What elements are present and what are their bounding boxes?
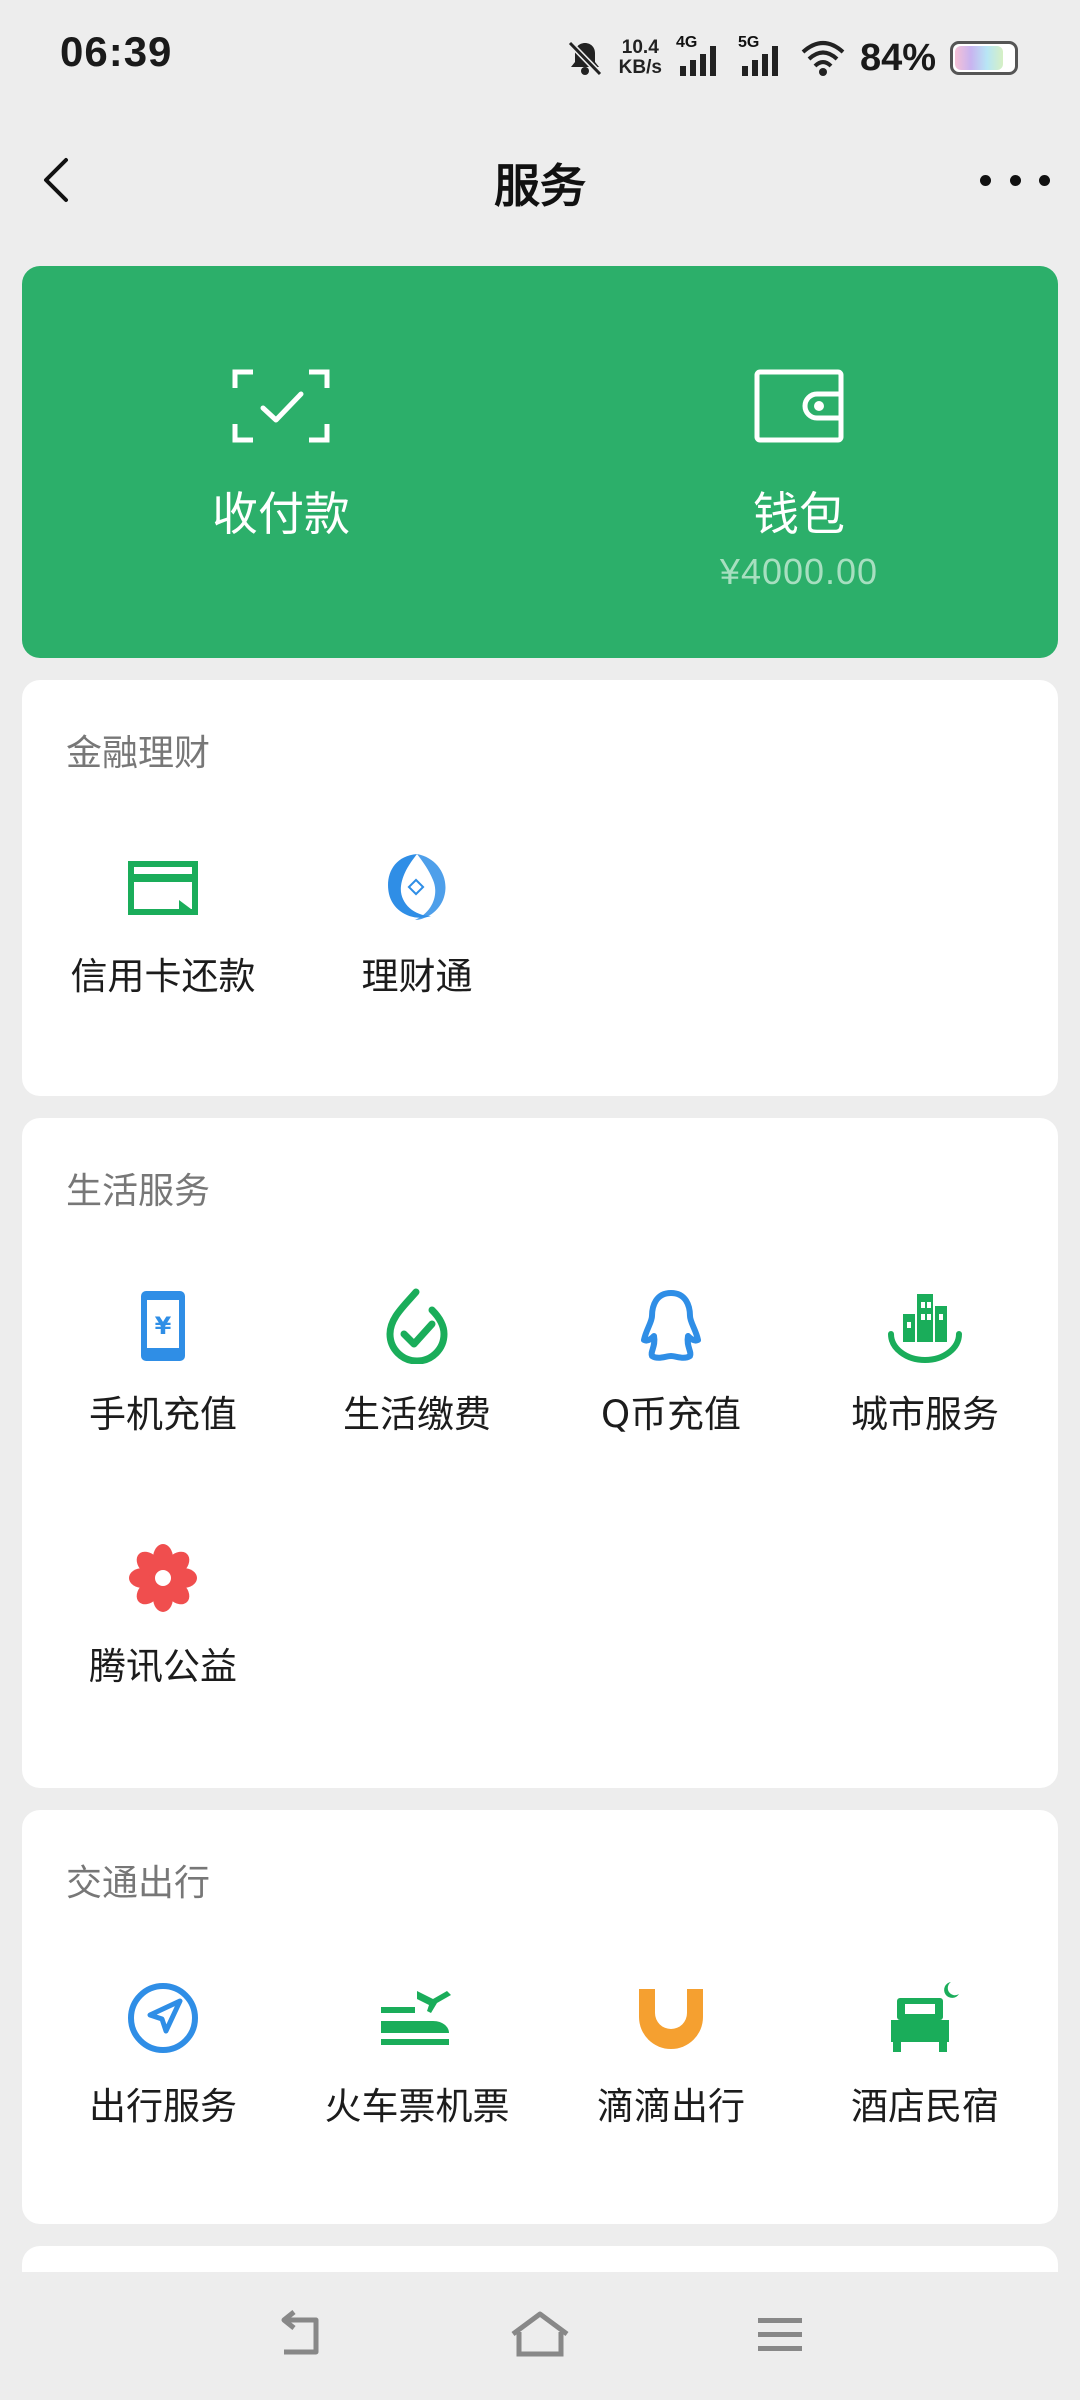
menu-lines-icon	[758, 2318, 802, 2351]
wallet-button[interactable]: 钱包 ¥4000.00	[540, 266, 1058, 658]
signal-4g-icon: 4G	[676, 34, 724, 78]
service-label: 手机充值	[89, 1393, 237, 1436]
status-icons: 10.4 KB/s 4G 5G 84%	[565, 30, 1018, 86]
credit-card-icon	[123, 848, 203, 928]
service-label: 信用卡还款	[70, 955, 256, 998]
service-hotel[interactable]: 酒店民宿	[798, 1978, 1052, 2158]
wallet-balance: ¥4000.00	[719, 551, 879, 592]
system-nav-bar	[0, 2272, 1080, 2400]
battery-icon	[950, 41, 1018, 75]
service-label: Q币充值	[600, 1393, 742, 1436]
battery-percent: 84%	[859, 36, 936, 79]
service-label: 理财通	[361, 955, 473, 998]
service-label: 腾讯公益	[89, 1645, 237, 1688]
service-label: 酒店民宿	[851, 2085, 999, 2128]
wifi-icon	[801, 41, 845, 76]
service-label: 生活缴费	[343, 1393, 491, 1436]
system-menu-button[interactable]	[740, 2300, 820, 2370]
pay-receive-button[interactable]: 收付款	[22, 266, 540, 658]
section-title: 交通出行	[66, 1863, 211, 1904]
service-label: 火车票机票	[324, 2085, 510, 2128]
service-didi[interactable]: 滴滴出行	[544, 1978, 798, 2158]
network-speed: 10.4 KB/s	[618, 37, 662, 78]
service-city[interactable]: 城市服务	[798, 1286, 1052, 1466]
section-title: 生活服务	[66, 1171, 211, 1212]
life-services-section: 生活服务 ¥ 手机充值 生活缴费 Q币充值 城市服务 腾讯公益	[22, 1118, 1058, 1788]
status-time: 06:39	[60, 28, 173, 75]
more-dot	[1039, 174, 1050, 186]
signal-5g-icon: 5G	[738, 34, 786, 78]
pay-receive-label: 收付款	[212, 487, 350, 541]
scan-check-icon	[232, 369, 330, 443]
wealth-icon	[377, 848, 457, 928]
service-phone-topup[interactable]: ¥ 手机充值	[36, 1286, 290, 1466]
service-label: 出行服务	[89, 2085, 237, 2128]
navigation-icon	[123, 1978, 203, 2058]
wallet-icon	[754, 369, 844, 443]
section-title: 金融理财	[66, 733, 211, 774]
service-train-flight[interactable]: 火车票机票	[290, 1978, 544, 2158]
service-q-coin[interactable]: Q币充值	[544, 1286, 798, 1466]
wallet-label: 钱包	[753, 487, 845, 541]
page-title: 服务	[494, 159, 586, 213]
finance-section: 金融理财 信用卡还款 理财通	[22, 680, 1058, 1096]
service-travel[interactable]: 出行服务	[36, 1978, 290, 2158]
more-dot	[1009, 174, 1021, 186]
status-bar: 06:39 10.4 KB/s 4G 5G 84%	[0, 0, 1080, 115]
service-tencent-charity[interactable]: 腾讯公益	[36, 1538, 290, 1718]
service-credit-card-repay[interactable]: 信用卡还款	[36, 848, 290, 1028]
mute-bell-icon	[567, 40, 602, 77]
service-utility-payment[interactable]: 生活缴费	[290, 1286, 544, 1466]
hotel-bed-icon	[885, 1978, 965, 2058]
didi-icon	[631, 1978, 711, 2058]
more-dot	[980, 174, 991, 186]
phone-topup-icon: ¥	[123, 1286, 203, 1366]
system-back-button[interactable]	[260, 2300, 340, 2370]
return-arrow-icon	[281, 2310, 319, 2355]
system-home-button[interactable]	[500, 2300, 580, 2370]
utility-payment-icon	[377, 1286, 457, 1366]
service-wealth[interactable]: 理财通	[290, 848, 544, 1028]
more-button[interactable]	[980, 160, 1050, 200]
payment-wallet-card: 收付款 钱包 ¥4000.00	[22, 266, 1058, 658]
service-label: 城市服务	[851, 1393, 999, 1436]
nav-bar: 服务	[0, 120, 1080, 240]
service-label: 滴滴出行	[597, 2085, 745, 2128]
transport-section: 交通出行 出行服务 火车票机票 滴滴出行 酒店民宿	[22, 1810, 1058, 2224]
home-icon	[511, 2311, 569, 2357]
city-buildings-icon	[885, 1286, 965, 1366]
svg-text:¥: ¥	[155, 1312, 172, 1340]
flower-icon	[123, 1538, 203, 1618]
train-plane-icon	[377, 1978, 457, 2058]
qq-penguin-icon	[631, 1286, 711, 1366]
